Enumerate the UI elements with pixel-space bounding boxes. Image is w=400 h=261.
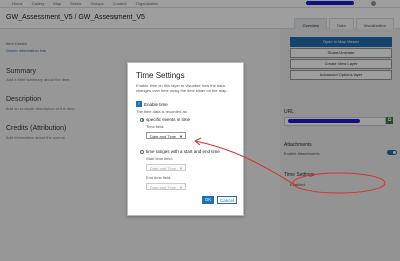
cancel-button[interactable]: Cancel (217, 196, 237, 204)
time-field-label: Time field: (146, 124, 165, 129)
end-field-value: Date and Time (150, 185, 177, 190)
time-settings-dialog: Time Settings Enable time on this layer … (127, 62, 244, 216)
end-field-select[interactable]: Date and Time ▼ (146, 183, 186, 190)
start-field-value: Date and Time (150, 166, 177, 171)
enable-time-row[interactable]: ✓ Enable time (136, 101, 168, 107)
start-field-label: Start time field: (146, 156, 173, 161)
single-time-label: specific events in time (146, 117, 191, 122)
single-time-radio[interactable] (140, 117, 144, 122)
recorded-as-label: The time data is recorded as: (136, 109, 188, 114)
time-field-value: Date and Time (150, 134, 177, 139)
time-range-radio[interactable] (140, 149, 144, 154)
start-field-select[interactable]: Date and Time ▼ (146, 164, 186, 171)
end-field-label: End time field: (146, 175, 172, 180)
chevron-down-icon: ▼ (179, 185, 183, 190)
time-field-select[interactable]: Date and Time ▼ (146, 132, 186, 139)
ok-button[interactable]: OK (202, 196, 214, 204)
option-range-row[interactable]: time ranges with a start and end time (140, 149, 220, 154)
enable-time-checkbox[interactable]: ✓ (136, 101, 142, 107)
dialog-title: Time Settings (136, 71, 185, 80)
dialog-intro: Enable time on this layer to visualize h… (136, 83, 228, 93)
option-single-row[interactable]: specific events in time (140, 117, 190, 122)
time-range-label: time ranges with a start and end time (146, 149, 220, 154)
chevron-down-icon: ▼ (179, 166, 183, 171)
chevron-down-icon: ▼ (179, 134, 183, 139)
enable-time-label: Enable time (144, 101, 168, 107)
